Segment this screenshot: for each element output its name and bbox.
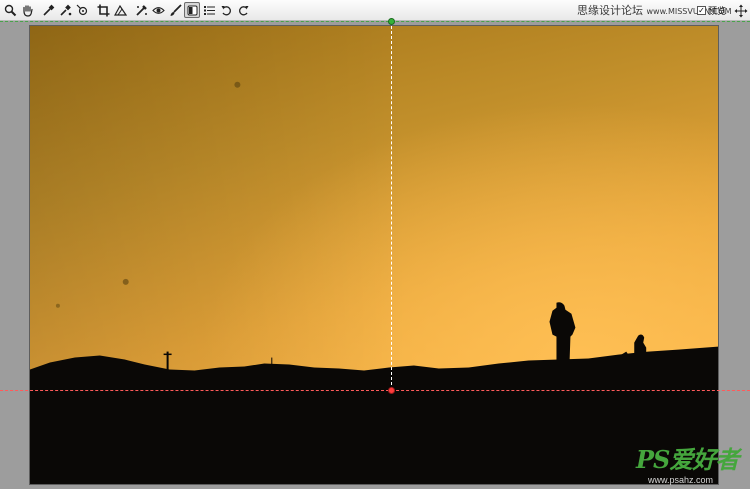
rotate-right-button[interactable]: [235, 2, 251, 18]
list-icon: [203, 5, 215, 15]
spot-removal-tool-button[interactable]: [133, 2, 149, 18]
target-adjustment-tool-button[interactable]: [74, 2, 90, 18]
crop-tool-button[interactable]: [95, 2, 111, 18]
color-sampler-icon: [59, 4, 71, 16]
white-balance-tool-button[interactable]: [40, 2, 56, 18]
top-edge-guide: [0, 21, 750, 22]
straighten-icon: [113, 4, 127, 16]
brush-icon: [170, 3, 182, 16]
straighten-tool-button[interactable]: [112, 2, 128, 18]
preview-checkbox[interactable]: ✓: [697, 6, 706, 15]
hand-icon: [22, 4, 33, 17]
tool-group: [2, 2, 251, 18]
forum-watermark-text: 思缘设计论坛: [577, 4, 643, 17]
magnifier-icon: [4, 4, 16, 16]
graduated-filter-icon: [187, 5, 197, 15]
site-watermark-logo: PS爱好者 www.psahz.com: [636, 447, 744, 487]
rotate-ccw-icon: [221, 5, 231, 15]
preview-label: 预览: [708, 7, 727, 17]
eyedropper-icon: [42, 4, 54, 16]
graduated-filter-center-line[interactable]: [391, 21, 392, 390]
rotate-left-button[interactable]: [218, 2, 234, 18]
expand-icon: [734, 4, 748, 18]
spot-brush-icon: [135, 4, 147, 16]
preferences-button[interactable]: [201, 2, 217, 18]
graduated-filter-end-pin[interactable]: [388, 387, 395, 394]
graduated-filter-red-line[interactable]: [0, 390, 750, 391]
fullscreen-button[interactable]: [734, 3, 748, 18]
red-eye-tool-button[interactable]: [150, 2, 166, 18]
tool-bar: 思缘设计论坛 www.MISSVUAN.COM ✓ 预览: [0, 0, 750, 21]
site-logo-text: PS爱好者: [636, 445, 739, 474]
adjustment-brush-tool-button[interactable]: [167, 2, 183, 18]
sunset-photo: [30, 26, 718, 484]
crop-icon: [97, 4, 109, 16]
color-sampler-tool-button[interactable]: [57, 2, 73, 18]
target-icon: [76, 4, 87, 15]
site-logo-url: www.psahz.com: [648, 475, 714, 485]
photo-preview: [29, 25, 719, 485]
zoom-tool-button[interactable]: [2, 2, 18, 18]
red-eye-icon: [151, 6, 165, 14]
preview-toggle[interactable]: ✓ 预览: [697, 4, 726, 17]
graduated-filter-start-pin[interactable]: [388, 18, 395, 25]
hand-tool-button[interactable]: [19, 2, 35, 18]
rotate-cw-icon: [238, 5, 248, 15]
graduated-filter-tool-button[interactable]: [184, 2, 200, 18]
